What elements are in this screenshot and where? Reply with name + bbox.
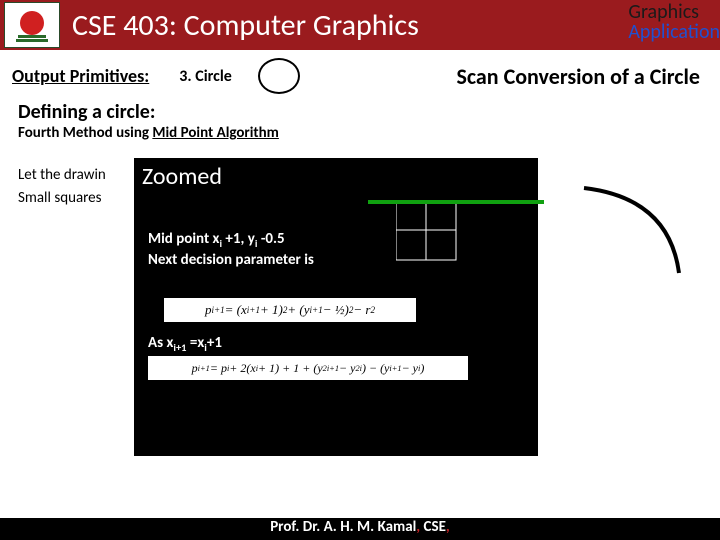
defining-heading: Defining a circle: <box>0 98 720 124</box>
body-line1: Let the drawin <box>18 164 106 187</box>
method-prefix: Fourth Method using <box>18 124 152 142</box>
zoomed-panel: Zoomed T S Mid point xi +1, yi -0.5 Next… <box>134 158 538 456</box>
output-primitives-label: Output Primitives: <box>12 65 149 87</box>
label-t: T <box>552 190 562 214</box>
footer-bar: Prof. Dr. A. H. M. Kamal, CSE, <box>0 518 720 540</box>
university-logo <box>4 2 60 48</box>
body-text: Let the drawin Small squares <box>18 164 106 209</box>
as-text: As xi+1 =xi+1 <box>148 334 222 354</box>
title-bar: CSE 403: Computer Graphics Graphics Appl… <box>0 0 720 50</box>
label-s: S <box>552 250 561 274</box>
method-name: Mid Point Algorithm <box>152 124 279 142</box>
section-label: 3. Circle <box>179 67 232 86</box>
corner-line1: Graphics <box>628 2 720 22</box>
equation-2: pi+1 = pi + 2(xi + 1) + 1 + (y2i+1 − y2i… <box>148 356 468 380</box>
zoom-title: Zoomed <box>142 162 222 191</box>
corner-line2: Application <box>628 22 720 42</box>
body-line2: Small squares <box>18 187 106 210</box>
arc-icon <box>574 178 704 278</box>
midpoint-text: Mid point xi +1, yi -0.5 Next decision p… <box>148 230 314 270</box>
tangent-line <box>368 200 544 204</box>
course-title: CSE 403: Computer Graphics <box>66 7 720 44</box>
circle-icon <box>258 58 300 94</box>
footer-text: Prof. Dr. A. H. M. Kamal, CSE, <box>270 518 450 536</box>
sub-header: Output Primitives: 3. Circle Scan Conver… <box>0 50 720 98</box>
equation-1: pi+1 = (xi+1 + 1)2 + (yi+1 − ½)2 − r2 <box>164 298 416 322</box>
scan-conversion-title: Scan Conversion of a Circle <box>456 63 708 90</box>
method-line: Fourth Method using Mid Point Algorithm <box>0 124 720 146</box>
grid-icon <box>396 200 458 262</box>
corner-label: Graphics Application <box>628 2 720 42</box>
